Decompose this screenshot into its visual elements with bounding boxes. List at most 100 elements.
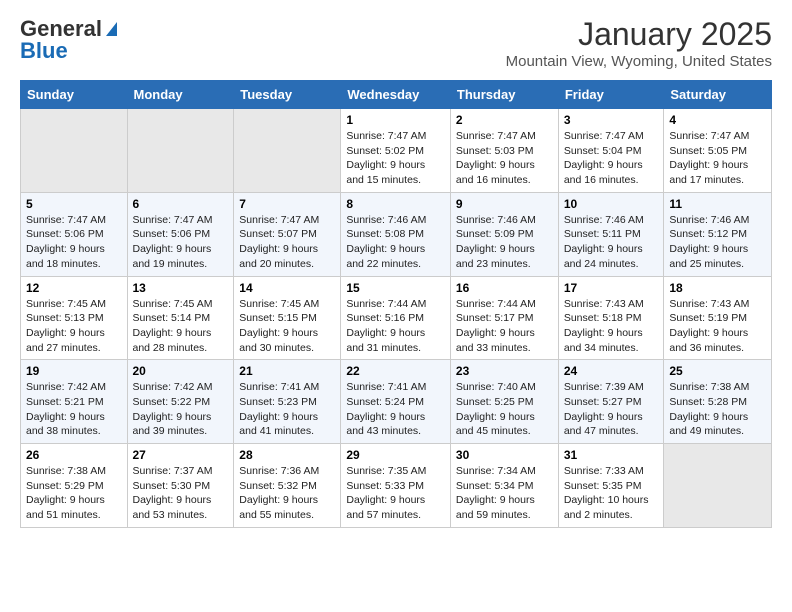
day-cell: 9 Sunrise: 7:46 AMSunset: 5:09 PMDaylight… — [450, 192, 558, 276]
day-cell: 15 Sunrise: 7:44 AMSunset: 5:16 PMDayligh… — [341, 276, 451, 360]
day-info: Sunrise: 7:46 AMSunset: 5:09 PMDaylight:… — [456, 213, 553, 272]
day-cell: 23Sunrise: 7:40 AMSunset: 5:25 PMDayligh… — [450, 360, 558, 444]
day-number: 5 — [26, 197, 122, 211]
day-info: Sunrise: 7:42 AMSunset: 5:21 PMDaylight:… — [26, 380, 122, 439]
day-cell: 22 Sunrise: 7:41 AMSunset: 5:24 PMDayligh… — [341, 360, 451, 444]
weekday-header-thursday: Thursday — [450, 81, 558, 109]
day-number: 15 — [346, 281, 445, 295]
day-number: 18 — [669, 281, 766, 295]
calendar-table: SundayMondayTuesdayWednesdayThursdayFrid… — [20, 80, 772, 528]
day-cell: 13 Sunrise: 7:45 AMSunset: 5:14 PMDayligh… — [127, 276, 234, 360]
day-number: 6 — [133, 197, 229, 211]
day-cell: 4Sunrise: 7:47 AMSunset: 5:05 PMDaylight… — [664, 109, 772, 193]
day-cell: 14 Sunrise: 7:45 AMSunset: 5:15 PMDayligh… — [234, 276, 341, 360]
day-cell: 21 Sunrise: 7:41 AMSunset: 5:23 PMDayligh… — [234, 360, 341, 444]
day-info: Sunrise: 7:45 AMSunset: 5:15 PMDaylight:… — [239, 297, 335, 356]
week-row-1: 1 Sunrise: 7:47 AMSunset: 5:02 PMDaylight… — [21, 109, 772, 193]
day-number: 7 — [239, 197, 335, 211]
day-number: 1 — [346, 113, 445, 127]
day-cell: 26 Sunrise: 7:38 AMSunset: 5:29 PMDayligh… — [21, 444, 128, 528]
day-info: Sunrise: 7:42 AMSunset: 5:22 PMDaylight:… — [133, 380, 229, 439]
day-cell: 16Sunrise: 7:44 AMSunset: 5:17 PMDayligh… — [450, 276, 558, 360]
day-cell: 10 Sunrise: 7:46 AMSunset: 5:11 PMDayligh… — [558, 192, 664, 276]
day-number: 2 — [456, 113, 553, 127]
day-info: Sunrise: 7:45 AMSunset: 5:13 PMDaylight:… — [26, 297, 122, 356]
day-number: 14 — [239, 281, 335, 295]
week-row-5: 26 Sunrise: 7:38 AMSunset: 5:29 PMDayligh… — [21, 444, 772, 528]
weekday-header-saturday: Saturday — [664, 81, 772, 109]
day-number: 10 — [564, 197, 659, 211]
day-info: Sunrise: 7:43 AMSunset: 5:18 PMDaylight:… — [564, 297, 659, 356]
day-info: Sunrise: 7:47 AMSunset: 5:06 PMDaylight:… — [133, 213, 229, 272]
day-number: 20 — [133, 364, 229, 378]
day-info: Sunrise: 7:41 AMSunset: 5:24 PMDaylight:… — [346, 380, 445, 439]
day-info: Sunrise: 7:47 AMSunset: 5:02 PMDaylight:… — [346, 129, 445, 188]
day-cell: 17 Sunrise: 7:43 AMSunset: 5:18 PMDayligh… — [558, 276, 664, 360]
day-cell: 3Sunrise: 7:47 AMSunset: 5:04 PMDaylight… — [558, 109, 664, 193]
day-number: 12 — [26, 281, 122, 295]
day-cell: 5 Sunrise: 7:47 AMSunset: 5:06 PMDaylight… — [21, 192, 128, 276]
day-cell: 25 Sunrise: 7:38 AMSunset: 5:28 PMDayligh… — [664, 360, 772, 444]
day-cell: 2 Sunrise: 7:47 AMSunset: 5:03 PMDaylight… — [450, 109, 558, 193]
day-info: Sunrise: 7:47 AMSunset: 5:06 PMDaylight:… — [26, 213, 122, 272]
day-cell: 29Sunrise: 7:35 AMSunset: 5:33 PMDayligh… — [341, 444, 451, 528]
day-number: 24 — [564, 364, 659, 378]
day-number: 29 — [346, 448, 445, 462]
day-info: Sunrise: 7:39 AMSunset: 5:27 PMDaylight:… — [564, 380, 659, 439]
day-cell — [664, 444, 772, 528]
day-number: 31 — [564, 448, 659, 462]
day-info: Sunrise: 7:38 AMSunset: 5:29 PMDaylight:… — [26, 464, 122, 523]
day-number: 21 — [239, 364, 335, 378]
day-cell: 19Sunrise: 7:42 AMSunset: 5:21 PMDayligh… — [21, 360, 128, 444]
day-cell: 20 Sunrise: 7:42 AMSunset: 5:22 PMDayligh… — [127, 360, 234, 444]
day-cell: 31 Sunrise: 7:33 AMSunset: 5:35 PMDayligh… — [558, 444, 664, 528]
day-info: Sunrise: 7:47 AMSunset: 5:03 PMDaylight:… — [456, 129, 553, 188]
weekday-header-row: SundayMondayTuesdayWednesdayThursdayFrid… — [21, 81, 772, 109]
day-number: 27 — [133, 448, 229, 462]
header: General Blue January 2025 Mountain View,… — [20, 16, 772, 70]
day-cell: 11Sunrise: 7:46 AMSunset: 5:12 PMDayligh… — [664, 192, 772, 276]
day-cell: 12 Sunrise: 7:45 AMSunset: 5:13 PMDayligh… — [21, 276, 128, 360]
day-number: 26 — [26, 448, 122, 462]
weekday-header-friday: Friday — [558, 81, 664, 109]
day-info: Sunrise: 7:43 AMSunset: 5:19 PMDaylight:… — [669, 297, 766, 356]
location-text: Mountain View, Wyoming, United States — [506, 53, 772, 70]
month-title: January 2025 — [506, 16, 772, 53]
day-info: Sunrise: 7:34 AMSunset: 5:34 PMDaylight:… — [456, 464, 553, 523]
day-info: Sunrise: 7:46 AMSunset: 5:11 PMDaylight:… — [564, 213, 659, 272]
day-info: Sunrise: 7:44 AMSunset: 5:16 PMDaylight:… — [346, 297, 445, 356]
day-number: 17 — [564, 281, 659, 295]
day-info: Sunrise: 7:37 AMSunset: 5:30 PMDaylight:… — [133, 464, 229, 523]
day-cell: 27 Sunrise: 7:37 AMSunset: 5:30 PMDayligh… — [127, 444, 234, 528]
week-row-2: 5 Sunrise: 7:47 AMSunset: 5:06 PMDaylight… — [21, 192, 772, 276]
week-row-3: 12 Sunrise: 7:45 AMSunset: 5:13 PMDayligh… — [21, 276, 772, 360]
day-number: 28 — [239, 448, 335, 462]
weekday-header-monday: Monday — [127, 81, 234, 109]
day-cell: 24 Sunrise: 7:39 AMSunset: 5:27 PMDayligh… — [558, 360, 664, 444]
calendar-container: General Blue January 2025 Mountain View,… — [0, 0, 792, 540]
day-cell: 8Sunrise: 7:46 AMSunset: 5:08 PMDaylight… — [341, 192, 451, 276]
weekday-header-sunday: Sunday — [21, 81, 128, 109]
day-cell: 1 Sunrise: 7:47 AMSunset: 5:02 PMDaylight… — [341, 109, 451, 193]
weekday-header-wednesday: Wednesday — [341, 81, 451, 109]
day-number: 13 — [133, 281, 229, 295]
day-number: 22 — [346, 364, 445, 378]
logo: General Blue — [20, 16, 117, 64]
weekday-header-tuesday: Tuesday — [234, 81, 341, 109]
day-info: Sunrise: 7:41 AMSunset: 5:23 PMDaylight:… — [239, 380, 335, 439]
day-cell: 6 Sunrise: 7:47 AMSunset: 5:06 PMDaylight… — [127, 192, 234, 276]
day-info: Sunrise: 7:44 AMSunset: 5:17 PMDaylight:… — [456, 297, 553, 356]
day-number: 9 — [456, 197, 553, 211]
day-info: Sunrise: 7:45 AMSunset: 5:14 PMDaylight:… — [133, 297, 229, 356]
day-number: 25 — [669, 364, 766, 378]
day-info: Sunrise: 7:33 AMSunset: 5:35 PMDaylight:… — [564, 464, 659, 523]
day-info: Sunrise: 7:47 AMSunset: 5:05 PMDaylight:… — [669, 129, 766, 188]
day-info: Sunrise: 7:36 AMSunset: 5:32 PMDaylight:… — [239, 464, 335, 523]
day-info: Sunrise: 7:38 AMSunset: 5:28 PMDaylight:… — [669, 380, 766, 439]
day-cell: 28 Sunrise: 7:36 AMSunset: 5:32 PMDayligh… — [234, 444, 341, 528]
day-info: Sunrise: 7:47 AMSunset: 5:07 PMDaylight:… — [239, 213, 335, 272]
title-block: January 2025 Mountain View, Wyoming, Uni… — [506, 16, 772, 70]
day-cell — [234, 109, 341, 193]
day-cell — [127, 109, 234, 193]
day-number: 30 — [456, 448, 553, 462]
